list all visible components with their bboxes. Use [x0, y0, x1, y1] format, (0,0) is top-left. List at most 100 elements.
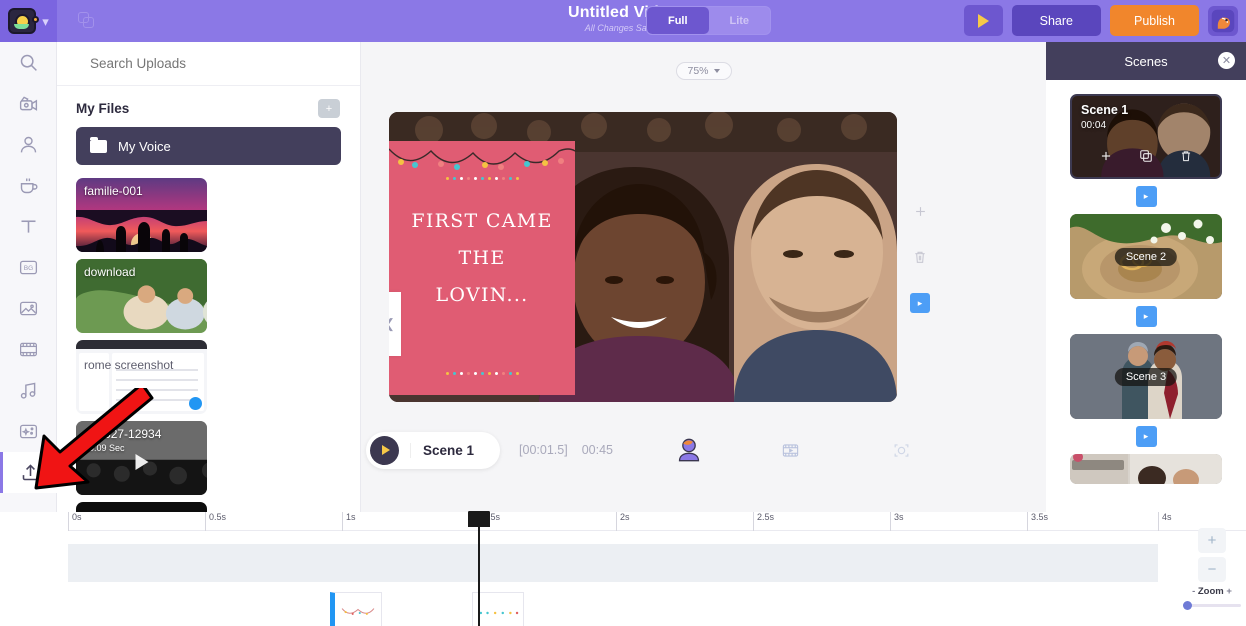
scene-start-time: [00:01.5]	[519, 443, 568, 457]
folder-label: My Voice	[118, 139, 171, 154]
timeline-ruler[interactable]: 0s 0.5s 1s 1.5s 2s 2.5s 3s 3.5s 4s	[68, 512, 1246, 531]
video-camera-icon	[18, 93, 39, 114]
add-scene-icon[interactable]	[1099, 149, 1113, 168]
sidebar-item-uploads[interactable]	[0, 452, 57, 493]
video-stage[interactable]: First came the lovin... ❮	[389, 112, 897, 402]
preview-play-button[interactable]	[964, 5, 1003, 36]
scenes-list[interactable]: Scene 1 00:04 ▸	[1046, 80, 1246, 512]
trash-icon[interactable]	[1179, 149, 1193, 168]
scene-actions	[1072, 149, 1220, 168]
zoom-slider[interactable]	[1183, 604, 1241, 607]
zoom-minus-sign[interactable]: -	[1192, 586, 1195, 597]
plus-icon	[913, 204, 928, 219]
play-icon	[978, 14, 989, 28]
image-icon	[18, 298, 39, 319]
new-folder-icon[interactable]: +	[318, 99, 340, 118]
upload-icon	[20, 462, 41, 483]
list-item[interactable]: familie-001	[76, 178, 207, 252]
list-item[interactable]: 900627-12934 00:09 Sec	[76, 421, 207, 495]
blue-action-button[interactable]: ▸	[905, 280, 935, 326]
sidebar-item-image[interactable]	[0, 288, 57, 329]
scene-thumbnail[interactable]: Scene 2	[1070, 214, 1222, 299]
robot-logo-icon	[8, 8, 36, 34]
browser-chrome	[76, 340, 207, 349]
panel-collapse-button[interactable]: ❮	[389, 292, 401, 356]
add-scene-between-2[interactable]: ▸	[1136, 306, 1157, 327]
timeline-zoom-controls: + − - Zoom +	[1188, 528, 1236, 607]
zoom-plus-sign[interactable]: +	[1226, 586, 1232, 597]
close-icon[interactable]: ✕	[1218, 52, 1235, 69]
delete-element-button[interactable]	[905, 234, 935, 280]
ruler-tick: 3s	[890, 512, 904, 531]
trash-icon	[912, 249, 928, 265]
add-scene-between-1[interactable]: ▸	[1136, 186, 1157, 207]
sidebar-item-effects[interactable]	[0, 411, 57, 452]
share-button[interactable]: Share	[1012, 5, 1101, 36]
scene-thumbnail[interactable]	[1070, 454, 1222, 484]
chevron-down-icon	[714, 69, 720, 73]
media-tool-button[interactable]	[781, 441, 800, 460]
overlay-text[interactable]: First came the lovin...	[389, 203, 575, 314]
playhead[interactable]	[478, 512, 480, 626]
sidebar-item-background[interactable]: BG	[0, 247, 57, 288]
scene-duration: 00:45	[582, 443, 613, 457]
account-avatar-icon[interactable]	[1208, 6, 1238, 36]
list-item[interactable]: rome screenshot	[76, 340, 207, 414]
ruler-tick: 4s	[1158, 512, 1172, 531]
duplicate-project-button[interactable]	[57, 0, 117, 42]
timeline-clip[interactable]	[330, 592, 382, 626]
film-strip-icon	[781, 441, 800, 460]
sidebar-item-text[interactable]	[0, 206, 57, 247]
zoom-out-button[interactable]: −	[1198, 557, 1226, 582]
ruler-tick: 0s	[68, 512, 82, 531]
tab-lite[interactable]: Lite	[709, 7, 771, 34]
ruler-tick: 2s	[616, 512, 630, 531]
sidebar-item-video-clip[interactable]	[0, 329, 57, 370]
sidebar-item-music[interactable]	[0, 370, 57, 411]
scene-thumbnail-time: 00:04	[1081, 120, 1106, 131]
character-avatar-icon	[675, 436, 703, 464]
scenes-panel-header: Scenes ✕	[1046, 42, 1246, 80]
stage-side-tools: ▸	[905, 188, 935, 326]
focus-tool-button[interactable]	[892, 441, 911, 460]
character-tool-button[interactable]	[675, 436, 703, 464]
scene-thumbnail[interactable]: Scene 1 00:04	[1070, 94, 1222, 179]
dot-divider-bottom	[389, 372, 575, 375]
app-logo-button[interactable]: ▾	[0, 0, 57, 42]
my-files-header: My Files +	[57, 86, 360, 127]
list-item[interactable]: download	[76, 259, 207, 333]
scene-selector[interactable]: Scene 1	[366, 432, 500, 469]
effects-icon	[18, 421, 39, 442]
chevron-left-icon: ❮	[389, 316, 395, 332]
add-element-button[interactable]	[905, 188, 935, 234]
scene-play-button[interactable]	[370, 436, 399, 465]
mode-toggle[interactable]: Full Lite	[646, 6, 771, 35]
video-editor-app: ▾ Untitled Video All Changes Saved Full …	[0, 0, 1246, 626]
publish-button[interactable]: Publish	[1110, 5, 1199, 36]
canvas-zoom-select[interactable]: 75%	[675, 62, 731, 80]
chevron-down-icon[interactable]: ▾	[42, 15, 49, 28]
timeline: 0s 0.5s 1s 1.5s 2s 2.5s 3s 3.5s 4s	[0, 512, 1246, 626]
music-icon	[18, 380, 39, 401]
sidebar-item-search[interactable]	[0, 42, 57, 83]
add-scene-between-3[interactable]: ▸	[1136, 426, 1157, 447]
duplicate-icon[interactable]	[1139, 149, 1153, 168]
blue-action-icon: ▸	[910, 293, 930, 313]
play-icon[interactable]	[135, 454, 148, 470]
text-card-overlay[interactable]: First came the lovin...	[389, 141, 575, 395]
zoom-in-button[interactable]: +	[1198, 528, 1226, 553]
scene-thumbnail[interactable]: Scene 3	[1070, 334, 1222, 419]
sidebar-item-video-camera[interactable]	[0, 83, 57, 124]
text-icon	[18, 216, 39, 237]
canvas-zoom-value: 75%	[687, 65, 708, 77]
scene-name-label: Scene 1	[410, 443, 474, 458]
string-lights-icon	[389, 141, 575, 191]
duplicate-icon	[78, 12, 96, 30]
search-input[interactable]	[90, 56, 330, 71]
sidebar-item-character[interactable]	[0, 124, 57, 165]
list-item-duration: 00:09 Sec	[84, 443, 125, 453]
sidebar-item-props[interactable]	[0, 165, 57, 206]
timeline-track[interactable]	[68, 544, 1158, 582]
folder-my-voice[interactable]: My Voice	[76, 127, 341, 165]
tab-full[interactable]: Full	[647, 7, 709, 34]
